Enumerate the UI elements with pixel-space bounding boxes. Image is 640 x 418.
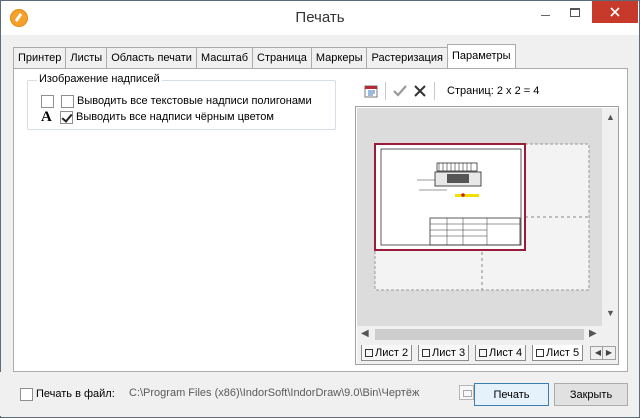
print-to-file-row: Печать в файл:	[20, 386, 115, 402]
tab-scale[interactable]: Масштаб	[195, 47, 254, 68]
toolbar-separator	[434, 82, 435, 100]
tab-rasterization[interactable]: Растеризация	[366, 47, 448, 68]
sheet-tab-label: Лист 2	[375, 347, 409, 359]
scroll-down-icon[interactable]: ▼	[606, 308, 615, 318]
polygons-label[interactable]: Выводить все текстовые надписи полигонам…	[77, 95, 312, 107]
sheet-icon	[422, 349, 430, 357]
close-button[interactable]: Закрыть	[554, 383, 628, 406]
close-window-button[interactable]	[592, 1, 638, 23]
polygon-icon	[41, 94, 54, 108]
sheet-next-icon[interactable]: ▶	[602, 346, 616, 360]
sheet-icon	[365, 349, 373, 357]
scroll-right-icon[interactable]: ▶	[589, 328, 597, 339]
text-letter-icon: A	[41, 109, 52, 125]
print-to-file-label[interactable]: Печать в файл:	[36, 388, 115, 400]
close-icon	[610, 7, 620, 17]
scroll-up-icon[interactable]: ▲	[606, 112, 615, 122]
tab-markers[interactable]: Маркеры	[310, 47, 368, 68]
sheet-icon	[479, 349, 487, 357]
sheet-tab-3[interactable]: Лист 3	[418, 345, 470, 361]
scroll-left-icon[interactable]: ◀	[361, 328, 369, 339]
toolbar-separator	[385, 82, 386, 100]
tab-bar: Принтер Листы Область печати Масштаб Стр…	[13, 44, 516, 68]
horizontal-scroll-thumb[interactable]	[375, 329, 584, 340]
file-path-field[interactable]: C:\Program Files (x86)\IndorSoft\IndorDr…	[129, 387, 459, 399]
print-button[interactable]: Печать	[474, 383, 549, 406]
maximize-button[interactable]	[561, 1, 589, 23]
tab-printer[interactable]: Принтер	[13, 47, 67, 68]
tab-parameters[interactable]: Параметры	[446, 44, 516, 68]
sheet-tab-5[interactable]: Лист 5	[532, 345, 584, 361]
option-black-row: A Выводить все надписи чёрным цветом	[41, 109, 274, 125]
tab-sheets[interactable]: Листы	[65, 47, 108, 68]
check-icon[interactable]	[390, 81, 410, 101]
sheet-tabs: Лист 2 Лист 3 Лист 4 Лист 5 ◀ ▶	[357, 343, 618, 364]
page-setup-icon[interactable]	[361, 81, 381, 101]
labels-group-title: Изображение надписей	[37, 73, 162, 86]
preview-drawing	[374, 143, 590, 291]
minimize-button[interactable]	[531, 1, 559, 23]
sheet-tab-2[interactable]: Лист 2	[361, 345, 413, 361]
black-color-checkbox[interactable]	[60, 110, 73, 124]
vertical-scrollbar[interactable]: ▲ ▼	[602, 108, 618, 326]
sheet-tab-label: Лист 3	[432, 347, 466, 359]
sheet-tab-label: Лист 4	[489, 347, 523, 359]
title-bar: Печать	[1, 1, 639, 35]
sheet-tab-label: Лист 5	[546, 347, 580, 359]
print-to-file-checkbox[interactable]	[20, 387, 33, 401]
scroll-corner	[602, 326, 618, 343]
maximize-icon	[570, 7, 580, 17]
browse-folder-button[interactable]	[459, 385, 474, 400]
pages-count: Страниц: 2 x 2 = 4	[447, 85, 540, 97]
preview-canvas[interactable]	[357, 108, 602, 326]
tab-print-area[interactable]: Область печати	[106, 47, 197, 68]
horizontal-scrollbar[interactable]: ◀ ▶	[357, 326, 602, 343]
cross-icon[interactable]	[410, 81, 430, 101]
tab-page[interactable]: Страница	[252, 47, 312, 68]
print-preview: ▲ ▼ ◀ ▶ Лист 2 Лист 3 Лист 4 Лист 5 ◀ ▶	[355, 106, 619, 365]
polygons-checkbox[interactable]	[61, 94, 74, 108]
sheet-tab-4[interactable]: Лист 4	[475, 345, 527, 361]
minimize-icon	[540, 14, 550, 16]
black-color-label[interactable]: Выводить все надписи чёрным цветом	[76, 111, 274, 123]
option-polygons-row: Выводить все текстовые надписи полигонам…	[41, 94, 312, 108]
preview-toolbar: Страниц: 2 x 2 = 4	[361, 80, 539, 102]
sheet-icon	[536, 349, 544, 357]
